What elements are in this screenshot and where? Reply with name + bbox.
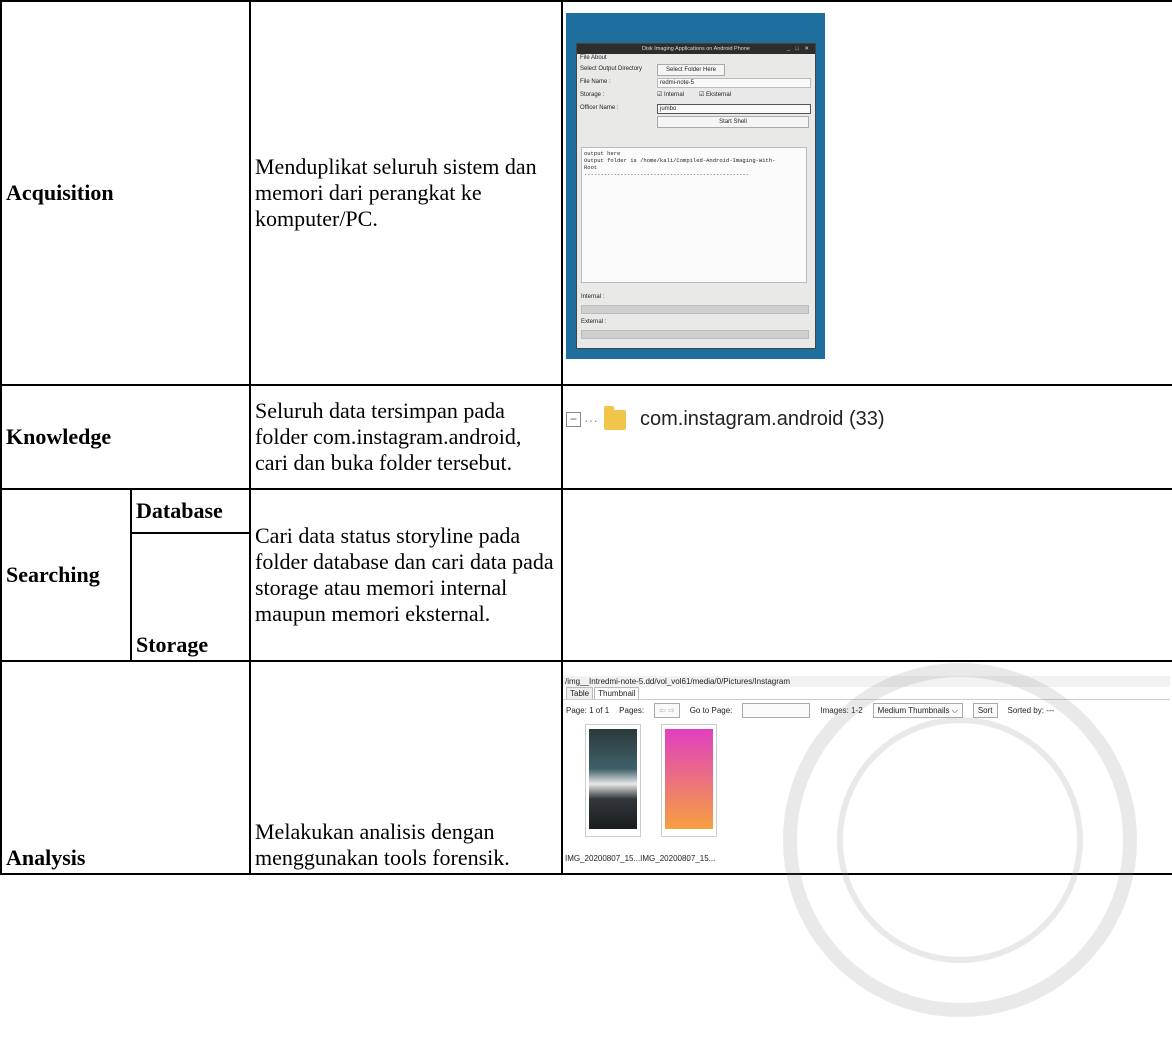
file-name-label: File Name :	[580, 79, 611, 85]
officer-name-field[interactable]: jumbo	[657, 104, 811, 114]
thumbnail-image	[589, 729, 637, 829]
window-title: Disk Imaging Applications on Android Pho…	[642, 46, 750, 52]
external-progress-bar	[581, 330, 809, 339]
acquisition-description: Menduplikat seluruh sistem dan memori da…	[249, 0, 563, 386]
folder-icon	[604, 405, 626, 430]
select-folder-button[interactable]: Select Folder Here	[657, 64, 725, 76]
thumbnail-item[interactable]	[661, 724, 717, 837]
searching-description: Cari data status storyline pada folder d…	[249, 488, 563, 662]
thumbnail-image	[665, 729, 713, 829]
sort-button[interactable]: Sort	[972, 702, 998, 718]
searching-database-label: Database	[130, 488, 251, 535]
folder-label[interactable]: com.instagram.android (33)	[640, 408, 885, 431]
thumbnail-item[interactable]	[585, 724, 641, 837]
menu-bar[interactable]: File About	[577, 54, 815, 63]
tab-thumbnail[interactable]: Thumbnail	[594, 687, 640, 699]
knowledge-description: Seluruh data tersimpan pada folder com.i…	[249, 383, 563, 491]
window-controls[interactable]: _ □ ✕	[787, 44, 811, 54]
thumbnail-size-select[interactable]: Medium Thumbnails ⌵	[872, 702, 963, 718]
start-shell-button[interactable]: Start Shell	[657, 116, 809, 128]
page-nav-buttons[interactable]: ⇦ ⇨	[654, 702, 680, 718]
select-dir-label: Select Output Directory	[580, 66, 643, 72]
internal-progress-label: Internal :	[581, 294, 605, 300]
output-textarea[interactable]: output here Output folder is /home/kali/…	[581, 147, 807, 283]
searching-storage-label: Storage	[130, 532, 251, 662]
images-count: Images: 1-2	[820, 705, 863, 715]
external-progress-label: External :	[581, 319, 607, 325]
viewer-toolbar: Page: 1 of 1 Pages: ⇦ ⇨ Go to Page: Imag…	[563, 699, 1170, 720]
internal-progress-bar	[581, 305, 809, 314]
searching-label: Searching	[0, 488, 132, 662]
file-name-field[interactable]: redmi-note-5	[657, 78, 811, 88]
knowledge-image-cell	[561, 383, 1172, 491]
sorted-by-label: Sorted by: ---	[1007, 705, 1055, 715]
tree-connector: ···	[584, 411, 598, 428]
acquisition-label: Acquisition	[0, 0, 251, 386]
internal-checkbox[interactable]: ☑ Internal	[657, 89, 684, 102]
storage-label: Storage :	[580, 92, 605, 98]
thumbnail-grid	[585, 724, 737, 837]
goto-page-label: Go to Page:	[689, 705, 733, 715]
thumbnail-captions: IMG_20200807_15...IMG_20200807_15...	[565, 854, 716, 863]
tab-table[interactable]: Table	[566, 687, 594, 699]
acquisition-screenshot: Disk Imaging Applications on Android Pho…	[566, 13, 825, 359]
window-titlebar: Disk Imaging Applications on Android Pho…	[577, 44, 815, 54]
officer-label: Officer Name :	[580, 105, 619, 111]
searching-empty-cell	[561, 488, 1172, 662]
viewer-tabs: Table Thumbnail	[563, 687, 1170, 699]
analysis-description: Melakukan analisis dengan menggunakan to…	[249, 659, 563, 876]
path-bar: /img__Intredmi-note-5.dd/vol_vol61/media…	[563, 676, 1170, 687]
page-indicator: Page: 1 of 1	[566, 705, 610, 715]
knowledge-label: Knowledge	[0, 383, 251, 491]
external-checkbox[interactable]: ☑ Eksternal	[699, 89, 731, 102]
thumbnail-viewer: /img__Intredmi-note-5.dd/vol_vol61/media…	[563, 676, 1170, 872]
folder-tree-node[interactable]: − ··· com.instagram.android (33)	[566, 405, 885, 431]
analysis-label: Analysis	[0, 659, 251, 876]
goto-page-input[interactable]	[742, 702, 811, 718]
collapse-icon[interactable]: −	[566, 412, 581, 427]
imaging-app-window: Disk Imaging Applications on Android Pho…	[576, 43, 816, 349]
pages-label: Pages:	[619, 705, 645, 715]
